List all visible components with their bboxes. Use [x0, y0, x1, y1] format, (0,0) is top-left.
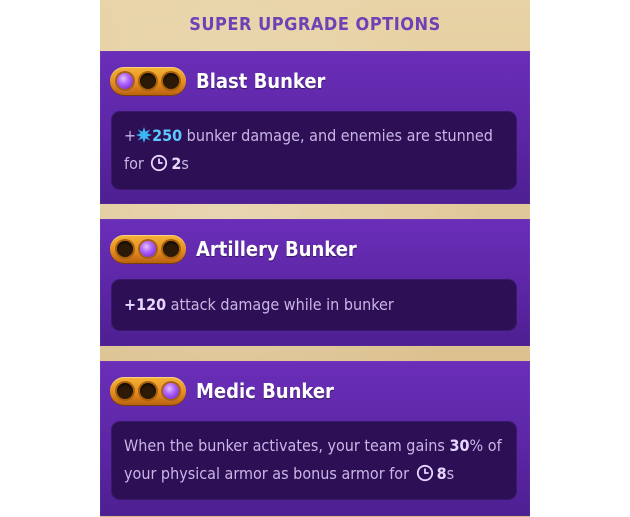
- option-description: When the bunker activates, your team gai…: [111, 421, 517, 500]
- option-description: +120 attack damage while in bunker: [111, 279, 517, 331]
- tier-pip-2: [139, 73, 156, 89]
- buff-duration: 8: [436, 464, 447, 483]
- option-title-row: Medic Bunker: [110, 375, 334, 407]
- upgrade-option-medic-bunker[interactable]: Medic Bunker When the bunker activates, …: [100, 361, 530, 516]
- tier-pip-1-active: [116, 73, 133, 89]
- tier-pip-3-active: [163, 383, 180, 399]
- duration-unit: s: [181, 154, 189, 173]
- attack-damage-value: +120: [124, 295, 167, 314]
- tier-pip-2: [139, 383, 156, 399]
- option-description: +250 bunker damage, and enemies are stun…: [111, 111, 517, 190]
- plus-sign: +: [124, 126, 137, 145]
- option-title: Medic Bunker: [196, 379, 334, 403]
- super-upgrade-panel: SUPER UPGRADE OPTIONS Blast Bunker +250 …: [100, 0, 530, 517]
- duration-unit: s: [446, 464, 455, 483]
- upgrade-option-blast-bunker[interactable]: Blast Bunker +250 bunker damage, and ene…: [100, 51, 530, 204]
- armor-percent-value: 30: [449, 436, 470, 455]
- tier-pip-3: [163, 73, 180, 89]
- tier-pip-1: [116, 241, 133, 257]
- option-title-row: Artillery Bunker: [110, 233, 357, 265]
- percent-unit: %: [469, 436, 484, 455]
- option-title: Artillery Bunker: [196, 237, 357, 261]
- description-text: attack damage while in bunker: [166, 295, 394, 314]
- tier-indicator: [110, 377, 186, 405]
- option-title: Blast Bunker: [196, 69, 326, 93]
- tier-pip-3: [163, 241, 180, 257]
- tier-indicator: [110, 67, 186, 95]
- description-text-1: When the bunker activates, your team gai…: [124, 436, 450, 455]
- tier-indicator: [110, 235, 186, 263]
- tier-pip-1: [116, 383, 133, 399]
- clock-icon: [416, 464, 433, 482]
- clock-icon: [151, 154, 168, 172]
- stun-duration: 2: [171, 154, 182, 173]
- damage-value: 250: [152, 126, 183, 145]
- tier-pip-2-active: [139, 241, 156, 257]
- option-title-row: Blast Bunker: [110, 65, 325, 97]
- upgrade-option-artillery-bunker[interactable]: Artillery Bunker +120 attack damage whil…: [100, 219, 530, 346]
- burst-icon: [136, 127, 153, 143]
- panel-header: SUPER UPGRADE OPTIONS: [100, 0, 530, 48]
- panel-title: SUPER UPGRADE OPTIONS: [189, 13, 441, 35]
